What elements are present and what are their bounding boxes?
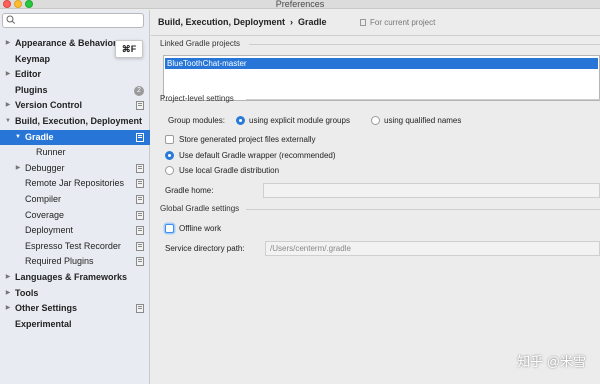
sidebar-item[interactable]: Remote Jar Repositories bbox=[0, 176, 150, 191]
project-scope-icon bbox=[136, 257, 144, 267]
service-dir-field[interactable]: /Users/centerm/.gradle bbox=[265, 241, 600, 256]
collapsed-arrow-icon[interactable]: ▶ bbox=[14, 161, 22, 176]
sidebar-item-label: Tools bbox=[15, 287, 39, 298]
scope-note: For current project bbox=[360, 18, 435, 27]
sidebar-item[interactable]: ▶ Version Control bbox=[0, 98, 150, 113]
sidebar-item[interactable]: ▶ Other Settings bbox=[0, 301, 150, 316]
sidebar-item[interactable]: ▶ Debugger bbox=[0, 161, 150, 176]
local-distribution-radio[interactable] bbox=[165, 166, 174, 175]
project-scope-icon bbox=[136, 210, 144, 220]
breadcrumb-current: Gradle bbox=[298, 17, 327, 27]
sidebar-item[interactable]: Deployment bbox=[0, 223, 150, 238]
section-divider bbox=[246, 99, 600, 100]
group-qualified-radio[interactable] bbox=[371, 116, 380, 125]
project-scope-icon bbox=[136, 304, 144, 314]
service-dir-label: Service directory path: bbox=[165, 244, 245, 253]
store-externally-checkbox[interactable] bbox=[165, 135, 174, 144]
group-explicit-radio[interactable] bbox=[236, 116, 245, 125]
sidebar-item-label: Plugins bbox=[15, 84, 48, 95]
sidebar-item[interactable]: Experimental bbox=[0, 317, 150, 332]
breadcrumb-parent[interactable]: Build, Execution, Deployment bbox=[158, 17, 285, 27]
gradle-home-field[interactable] bbox=[263, 183, 600, 198]
sidebar-item[interactable]: Runner bbox=[0, 145, 150, 160]
project-scope-icon bbox=[360, 19, 366, 26]
project-scope-icon bbox=[136, 179, 144, 189]
header-divider bbox=[151, 35, 600, 36]
collapsed-arrow-icon[interactable]: ▶ bbox=[4, 36, 12, 51]
sidebar-item[interactable]: Espresso Test Recorder bbox=[0, 239, 150, 254]
sidebar-item-label: Keymap bbox=[15, 53, 51, 64]
sidebar-item[interactable]: Required Plugins bbox=[0, 254, 150, 269]
offline-work-checkbox[interactable] bbox=[165, 224, 174, 233]
sidebar-item[interactable]: Compiler bbox=[0, 192, 150, 207]
sidebar-item[interactable]: ▼ Gradle bbox=[0, 129, 150, 145]
default-wrapper-radio[interactable] bbox=[165, 151, 174, 160]
global-settings-title: Global Gradle settings bbox=[160, 204, 240, 213]
project-scope-icon bbox=[136, 195, 144, 204]
sidebar-item-label: Other Settings bbox=[15, 303, 78, 314]
group-qualified-label[interactable]: using qualified names bbox=[384, 116, 461, 125]
sidebar-item-label: Compiler bbox=[25, 194, 62, 204]
sidebar-item-label: Experimental bbox=[15, 318, 72, 329]
collapsed-arrow-icon[interactable]: ▶ bbox=[4, 270, 12, 285]
sidebar-item-label: Coverage bbox=[25, 209, 65, 220]
sidebar-item-label: Debugger bbox=[25, 162, 65, 173]
window-title: Preferences bbox=[275, 0, 325, 9]
section-divider bbox=[249, 44, 600, 45]
expanded-arrow-icon[interactable]: ▼ bbox=[14, 130, 22, 145]
sidebar-item[interactable]: ▶ Tools bbox=[0, 286, 150, 301]
sidebar-item-label: Editor bbox=[15, 69, 41, 80]
group-explicit-label[interactable]: using explicit module groups bbox=[249, 116, 350, 125]
settings-sidebar: ⌘F ▶ Appearance & Behavior Keymap ▶ Editor Pl… bbox=[0, 10, 150, 384]
project-scope-icon bbox=[136, 226, 144, 236]
sidebar-item-label: Remote Jar Repositories bbox=[25, 178, 125, 189]
default-wrapper-label[interactable]: Use default Gradle wrapper (recommended) bbox=[179, 151, 336, 160]
settings-search-input[interactable] bbox=[2, 13, 144, 28]
section-divider bbox=[246, 209, 600, 210]
search-shortcut-tooltip: ⌘F bbox=[115, 40, 143, 58]
sidebar-item[interactable]: ▶ Editor bbox=[0, 67, 150, 82]
breadcrumb-separator: › bbox=[290, 17, 294, 27]
search-icon bbox=[6, 15, 16, 26]
sidebar-item-label: Build, Execution, Deployment bbox=[15, 116, 143, 126]
watermark-text: 知乎 @米雪 bbox=[517, 354, 586, 369]
breadcrumb: Build, Execution, Deployment › Gradle bbox=[158, 17, 327, 27]
expanded-arrow-icon[interactable]: ▼ bbox=[4, 114, 12, 129]
sidebar-item[interactable]: ▶ Languages & Frameworks bbox=[0, 270, 150, 285]
sidebar-item-label: Required Plugins bbox=[25, 256, 94, 267]
sidebar-item[interactable]: Plugins 2 bbox=[0, 83, 150, 98]
project-scope-icon bbox=[136, 241, 144, 251]
sidebar-item-label: Gradle bbox=[25, 131, 54, 142]
window-titlebar: Preferences bbox=[0, 0, 600, 9]
sidebar-item-label: Languages & Frameworks bbox=[15, 272, 128, 282]
collapsed-arrow-icon[interactable]: ▶ bbox=[4, 286, 12, 301]
collapsed-arrow-icon[interactable]: ▶ bbox=[4, 67, 12, 82]
group-modules-label: Group modules: bbox=[168, 116, 225, 125]
sidebar-item-label: Espresso Test Recorder bbox=[25, 240, 121, 251]
sidebar-item-label: Runner bbox=[36, 147, 66, 158]
project-level-title: Project-level settings bbox=[160, 94, 234, 103]
linked-project-row[interactable]: BlueToothChat-master bbox=[165, 58, 598, 69]
sidebar-item[interactable]: ▼ Build, Execution, Deployment bbox=[0, 114, 150, 129]
project-scope-icon bbox=[136, 101, 144, 111]
offline-work-label[interactable]: Offline work bbox=[179, 224, 221, 233]
gradle-home-label: Gradle home: bbox=[165, 186, 214, 195]
project-scope-icon bbox=[136, 163, 144, 173]
linked-projects-title: Linked Gradle projects bbox=[160, 39, 241, 48]
local-distribution-label[interactable]: Use local Gradle distribution bbox=[179, 166, 279, 175]
sidebar-item-label: Version Control bbox=[15, 100, 83, 111]
gradle-settings-panel: Build, Execution, Deployment › Gradle For … bbox=[151, 10, 600, 384]
sidebar-item[interactable]: Coverage bbox=[0, 208, 150, 223]
collapsed-arrow-icon[interactable]: ▶ bbox=[4, 301, 12, 316]
plugins-update-badge: 2 bbox=[134, 85, 144, 96]
project-scope-icon bbox=[136, 132, 144, 142]
collapsed-arrow-icon[interactable]: ▶ bbox=[4, 98, 12, 113]
sidebar-item-label: Deployment bbox=[25, 225, 74, 236]
scope-note-text: For current project bbox=[370, 18, 436, 27]
store-externally-label[interactable]: Store generated project files externally bbox=[179, 135, 316, 144]
sidebar-item-label: Appearance & Behavior bbox=[15, 38, 117, 48]
